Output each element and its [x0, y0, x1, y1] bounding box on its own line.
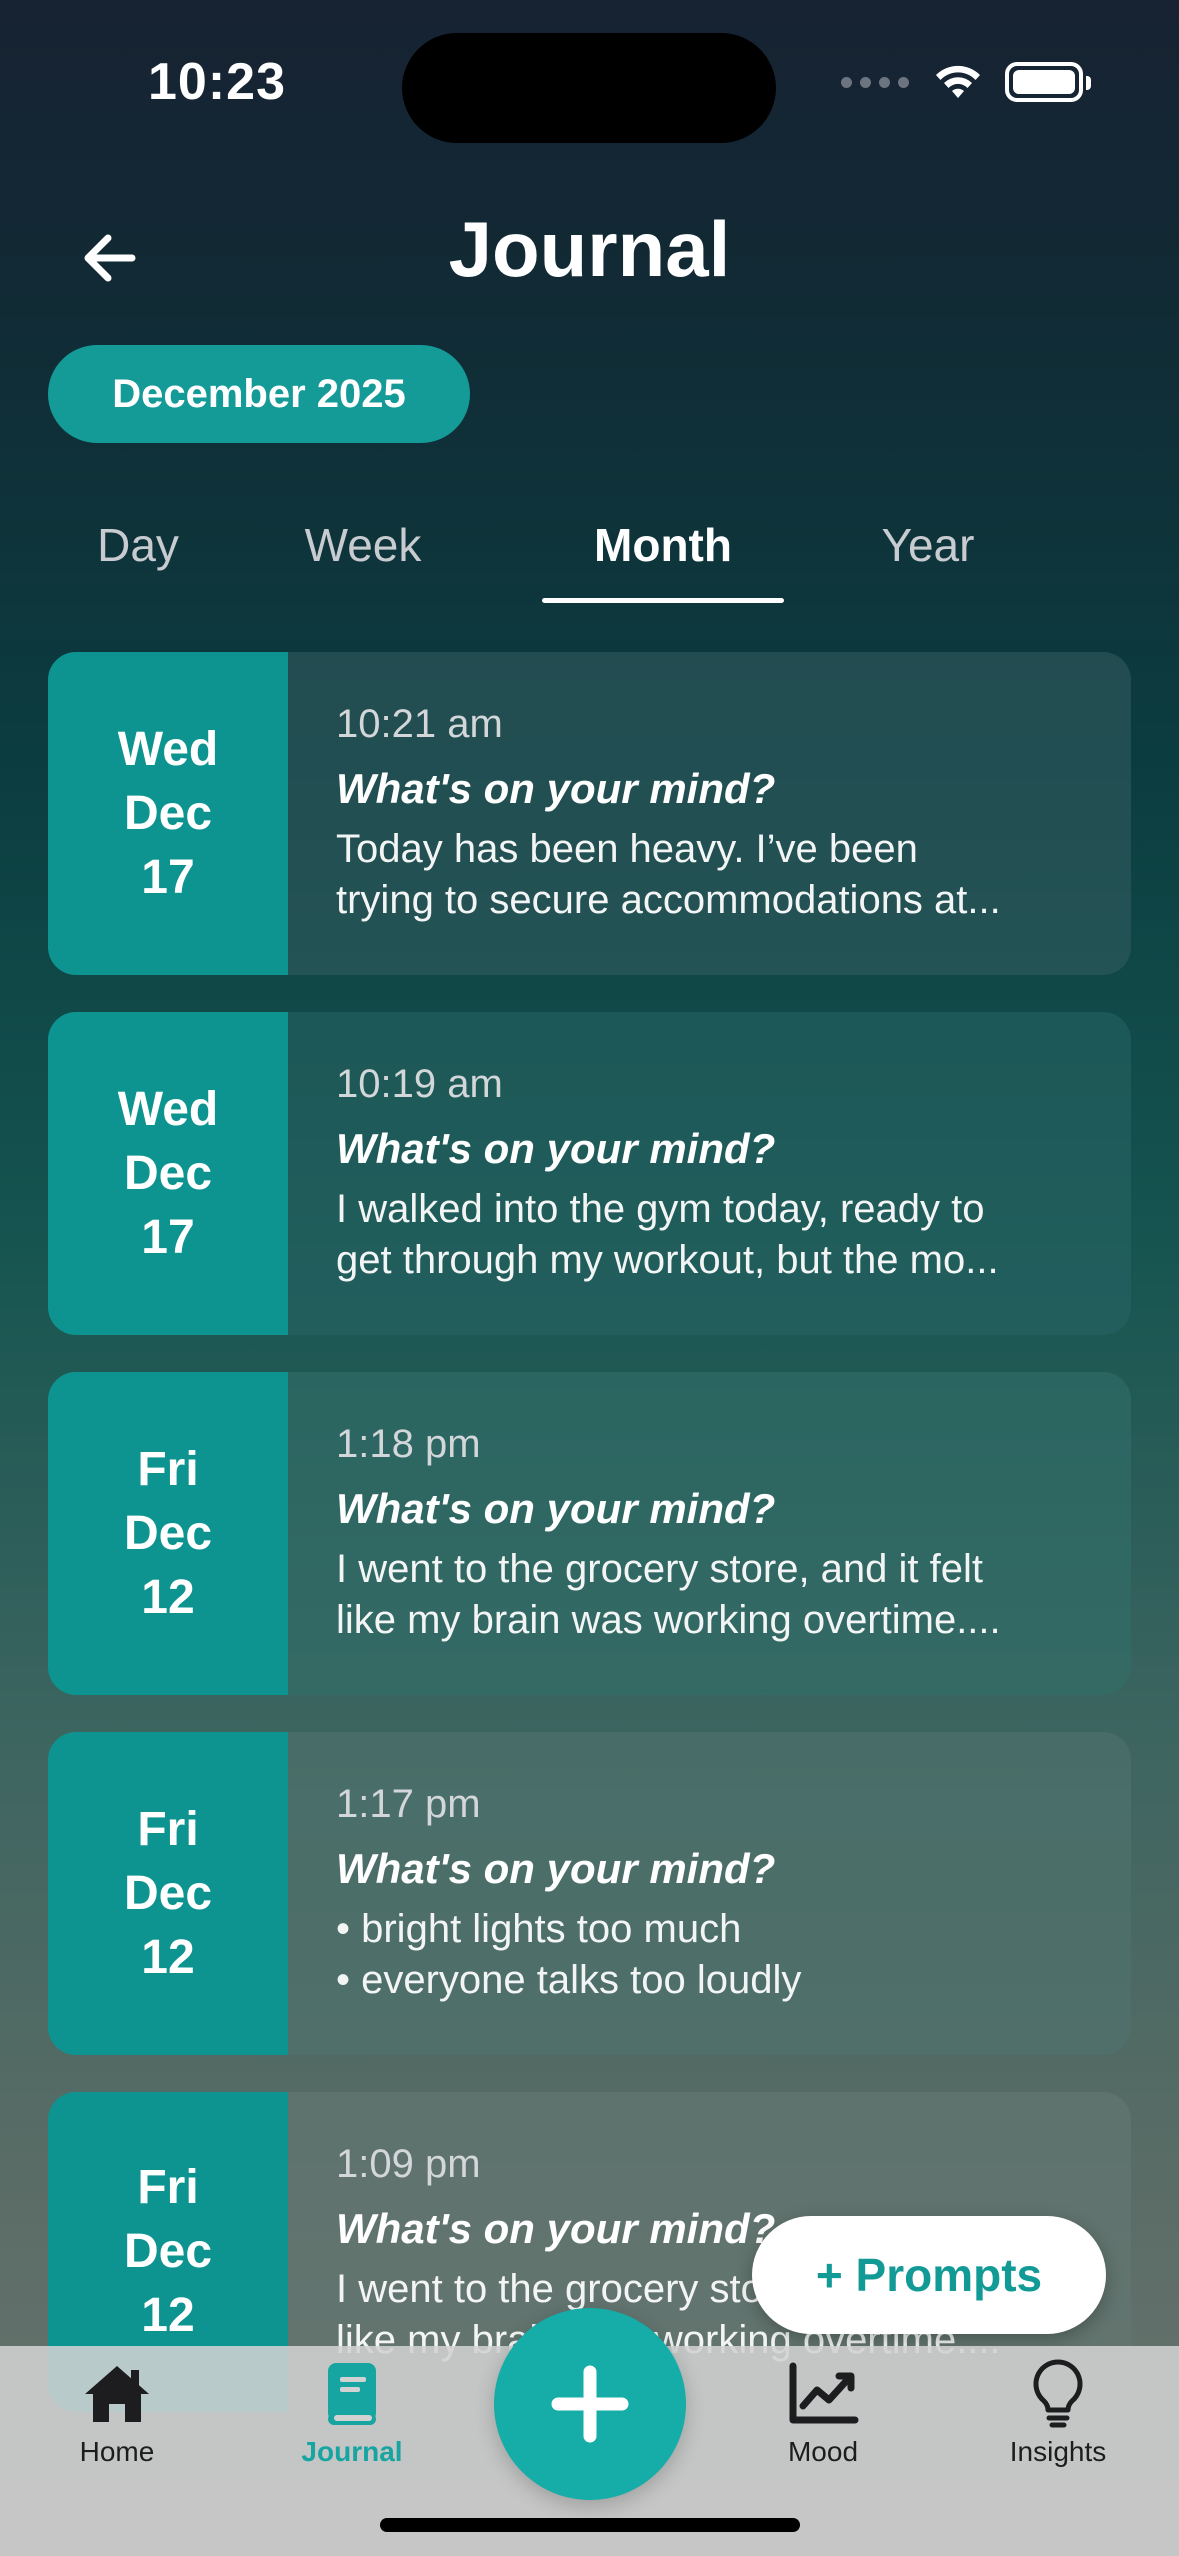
entry-day: 12: [141, 1570, 195, 1624]
status-icons: [841, 62, 1091, 102]
tab-week[interactable]: Week: [268, 505, 458, 605]
cellular-signal-icon: [841, 76, 909, 88]
entry-weekday: Wed: [117, 1082, 219, 1136]
nav-insights-label: Insights: [1009, 2436, 1107, 2467]
entry-prompt: What's on your mind?: [336, 1845, 776, 1892]
dynamic-island: [402, 33, 776, 143]
journal-entry-card[interactable]: Wed Dec 17 10:21 am What's on your mind?…: [48, 652, 1131, 975]
add-entry-button[interactable]: [494, 2308, 686, 2500]
entry-prompt: What's on your mind?: [336, 765, 776, 812]
entry-day: 12: [141, 1930, 195, 1984]
entry-date-block: Fri Dec 12: [48, 1732, 288, 2055]
nav-journal-label: Journal: [301, 2436, 403, 2467]
entry-prompt: What's on your mind?: [336, 1485, 776, 1532]
entry-day: 17: [141, 1210, 195, 1264]
period-tabs: Day Week Month Year: [48, 505, 1078, 605]
entry-month: Dec: [123, 786, 213, 840]
entry-time: 1:18 pm: [336, 1422, 481, 1466]
nav-home-label: Home: [79, 2436, 155, 2467]
nav-mood-label: Mood: [787, 2436, 859, 2467]
nav-insights[interactable]: Insights: [958, 2356, 1158, 2468]
journal-entry-card[interactable]: Wed Dec 17 10:19 am What's on your mind?…: [48, 1012, 1131, 1335]
month-selector-button[interactable]: December 2025: [48, 345, 470, 443]
plus-icon: [551, 2365, 629, 2443]
entry-date-block: Fri Dec 12: [48, 1372, 288, 1695]
battery-icon: [1005, 62, 1091, 102]
entry-excerpt: I went to the grocery store, and it felt…: [336, 1547, 1001, 1642]
home-indicator: [380, 2518, 800, 2532]
home-icon: [85, 2366, 149, 2422]
wifi-icon: [936, 65, 980, 98]
journal-entry-card[interactable]: Fri Dec 12 1:18 pm What's on your mind? …: [48, 1372, 1131, 1695]
entry-time: 10:19 am: [336, 1062, 503, 1106]
entry-month: Dec: [123, 1866, 213, 1920]
tab-year[interactable]: Year: [828, 505, 1028, 605]
entry-weekday: Fri: [137, 1442, 199, 1496]
nav-journal[interactable]: Journal: [252, 2356, 452, 2468]
entry-time: 1:17 pm: [336, 1782, 481, 1826]
tab-month[interactable]: Month: [542, 505, 784, 605]
prompts-button[interactable]: + Prompts: [752, 2216, 1106, 2334]
entry-time: 1:09 pm: [336, 2142, 481, 2186]
entry-date-block: Wed Dec 17: [48, 652, 288, 975]
active-tab-indicator: [542, 598, 784, 603]
nav-home[interactable]: Home: [17, 2356, 217, 2468]
nav-mood[interactable]: Mood: [723, 2356, 923, 2468]
entry-prompt: What's on your mind?: [336, 1125, 776, 1172]
entry-excerpt: I walked into the gym today, ready to ge…: [336, 1187, 999, 1282]
entry-excerpt: Today has been heavy. I’ve been trying t…: [336, 827, 1001, 922]
entry-day: 17: [141, 850, 195, 904]
tab-day[interactable]: Day: [48, 505, 228, 605]
entry-day: 12: [141, 2289, 195, 2342]
status-time: 10:23: [148, 53, 286, 111]
entry-time: 10:21 am: [336, 702, 503, 746]
entry-month: Dec: [123, 2225, 213, 2278]
entry-weekday: Wed: [117, 722, 219, 776]
entry-date-block: Wed Dec 17: [48, 1012, 288, 1335]
page-title: Journal: [448, 205, 731, 293]
entry-weekday: Fri: [137, 2161, 199, 2214]
lightbulb-icon: [1033, 2359, 1083, 2428]
journal-entry-card[interactable]: Fri Dec 12 1:17 pm What's on your mind? …: [48, 1732, 1131, 2055]
entry-excerpt: • bright lights too much • everyone talk…: [336, 1907, 802, 2002]
entry-weekday: Fri: [137, 1802, 199, 1856]
book-icon: [328, 2363, 376, 2425]
chart-line-icon: [789, 2362, 859, 2424]
entry-month: Dec: [123, 1506, 213, 1560]
entry-month: Dec: [123, 1146, 213, 1200]
